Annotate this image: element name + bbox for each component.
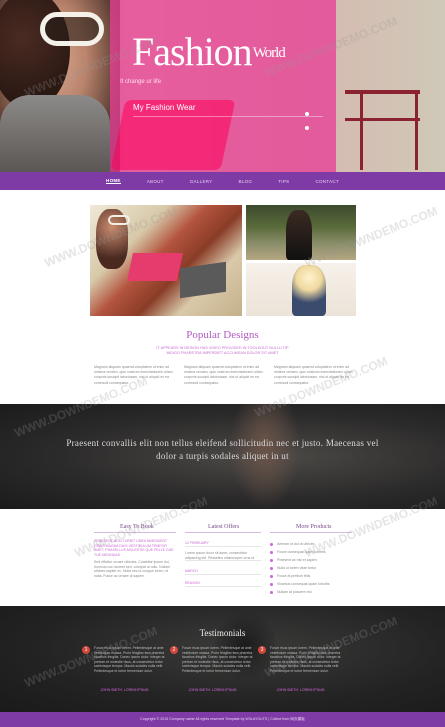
more-title: More Products bbox=[296, 524, 332, 530]
bullet-icon bbox=[270, 582, 273, 586]
gallery-image-bottom[interactable] bbox=[246, 263, 356, 316]
gallery-image-large[interactable] bbox=[90, 205, 242, 316]
gallery-image-top[interactable] bbox=[246, 205, 356, 260]
offer-item[interactable]: 12 FEBRUARY bbox=[185, 541, 261, 547]
hero-railing-lower bbox=[345, 118, 420, 121]
hero-tagline: It change ur life bbox=[120, 79, 162, 85]
gallery-pink-chair bbox=[127, 253, 183, 281]
testimonial-author-link[interactable]: JOHN SMITH, LOREM IPSUM bbox=[170, 688, 255, 692]
testimonial-text: Fusce risus ipsum lorem. Pellentesque at… bbox=[182, 646, 253, 673]
hero-sunglasses bbox=[40, 12, 104, 46]
testimonial-number: 3 bbox=[258, 646, 266, 654]
offer-date: MARCH bbox=[185, 569, 198, 573]
offer-date: REASON bbox=[185, 581, 200, 585]
divider bbox=[185, 532, 261, 533]
testimonial-number: 1 bbox=[82, 646, 90, 654]
bullet-icon bbox=[270, 590, 273, 594]
testimonial-author-link[interactable]: JOHN SMITH, LOREM IPSUM bbox=[82, 688, 167, 692]
more-product-label: Nullam at posuere nisi bbox=[277, 590, 312, 594]
more-product-item[interactable]: Fusce at pretium felis bbox=[270, 572, 352, 580]
offer-date: 12 FEBRUARY bbox=[185, 541, 209, 545]
easy-body: Sed efficitur ornare ultricies. Curabitu… bbox=[94, 560, 171, 578]
nav-item-home[interactable]: HOME bbox=[106, 178, 121, 184]
hero-railing bbox=[345, 90, 420, 94]
more-product-label: Nulla ut lorem vitae tortor bbox=[277, 566, 317, 570]
testimonial-number: 2 bbox=[170, 646, 178, 654]
footer: Copyright © 2015 Company name All rights… bbox=[0, 712, 445, 727]
logo-suffix: World bbox=[252, 45, 286, 61]
popular-text: Magnam aliquam quaerat voluptatem ut eni… bbox=[274, 365, 353, 385]
popular-text: Magnam aliquam quaerat voluptatem ut eni… bbox=[94, 365, 173, 385]
testimonial-text: Fusce risus ipsum lorem. Pellentesque at… bbox=[94, 646, 165, 673]
nav-item-tips[interactable]: TIPS bbox=[278, 179, 289, 184]
slider-dot[interactable] bbox=[305, 112, 309, 116]
hero-post bbox=[360, 90, 363, 170]
more-list: Aenean ut dui ut ultrices Fusce consequat… bbox=[270, 540, 352, 596]
slide-divider bbox=[133, 116, 323, 117]
bullet-icon bbox=[270, 542, 273, 546]
gallery-person bbox=[286, 210, 312, 260]
testimonial-text: Fusce risus ipsum lorem. Pellentesque at… bbox=[270, 646, 341, 673]
quote-text: Praesent convallis elit non tellus eleif… bbox=[66, 438, 379, 461]
more-product-item[interactable]: Nullam at posuere nisi bbox=[270, 588, 352, 596]
more-product-label: Praesent ac nisi et sapien bbox=[277, 558, 318, 562]
gallery-glasses bbox=[108, 215, 130, 225]
nav-item-gallery[interactable]: GALLERY bbox=[190, 179, 213, 184]
hero-jacket bbox=[0, 95, 110, 172]
offer-text: Lorem ipsum dolor sit amet, consectetur … bbox=[185, 551, 255, 560]
logo-title: Fashion bbox=[132, 29, 253, 74]
gallery-grid bbox=[90, 205, 356, 316]
offer-item[interactable]: Lorem ipsum dolor sit amet, consectetur … bbox=[185, 551, 261, 562]
offer-item[interactable]: MARCH bbox=[185, 569, 261, 575]
more-product-label: Vivamus consequat quam lobortis bbox=[277, 582, 330, 586]
popular-columns: Magnam aliquam quaerat voluptatem ut eni… bbox=[94, 365, 354, 386]
more-product-item[interactable]: Aenean ut dui ut ultrices bbox=[270, 540, 352, 548]
easy-title: Easy To Book bbox=[120, 524, 154, 530]
more-product-label: Aenean ut dui ut ultrices bbox=[277, 542, 315, 546]
more-product-item[interactable]: Fusce consequat quam lobortis bbox=[270, 548, 352, 556]
more-product-item[interactable]: Vivamus consequat quam lobortis bbox=[270, 580, 352, 588]
hero-banner: FashionWorld It change ur life My Fashio… bbox=[0, 0, 445, 172]
testimonials-title: Testimonials bbox=[199, 628, 246, 638]
testimonial-author-link[interactable]: JOHN SMITH, LOREM IPSUM bbox=[258, 688, 343, 692]
more-product-item[interactable]: Nulla ut lorem vitae tortor bbox=[270, 564, 352, 572]
divider bbox=[94, 532, 176, 533]
offer-item[interactable]: REASON bbox=[185, 581, 261, 587]
bullet-icon bbox=[270, 558, 273, 562]
copyright-text: Copyright © 2015 Company name All rights… bbox=[140, 717, 305, 721]
bullet-icon bbox=[270, 574, 273, 578]
slide-title: My Fashion Wear bbox=[133, 103, 196, 112]
site-logo[interactable]: FashionWorld bbox=[132, 28, 286, 75]
gallery-laptop bbox=[180, 261, 226, 299]
popular-text: Magnam aliquam quaerat voluptatem ut eni… bbox=[184, 365, 263, 385]
popular-title: Popular Designs bbox=[186, 329, 259, 341]
page: FashionWorld It change ur life My Fashio… bbox=[0, 0, 445, 727]
easy-highlight: PRAESENT NON TURBIT LINEA NIMISDIENT ITE… bbox=[94, 539, 174, 557]
bullet-icon bbox=[270, 566, 273, 570]
nav-item-blog[interactable]: BLOG bbox=[239, 179, 253, 184]
main-nav: HOME ABOUT GALLERY BLOG TIPS CONTACT bbox=[0, 172, 445, 190]
more-product-label: Fusce consequat quam lobortis bbox=[277, 550, 326, 554]
divider bbox=[270, 532, 352, 533]
more-product-label: Fusce at pretium felis bbox=[277, 574, 311, 578]
offers-title: Latest Offers bbox=[208, 524, 240, 530]
nav-item-about[interactable]: ABOUT bbox=[147, 179, 164, 184]
popular-subtitle: IT APPEARS IN DESIGN HAS VIDEO PROVIDED … bbox=[156, 346, 289, 355]
bullet-icon bbox=[270, 550, 273, 554]
hero-post bbox=[415, 90, 418, 170]
more-product-item[interactable]: Praesent ac nisi et sapien bbox=[270, 556, 352, 564]
nav-item-contact[interactable]: CONTACT bbox=[315, 179, 339, 184]
slider-dot[interactable] bbox=[305, 126, 309, 130]
gallery-person bbox=[292, 265, 326, 316]
